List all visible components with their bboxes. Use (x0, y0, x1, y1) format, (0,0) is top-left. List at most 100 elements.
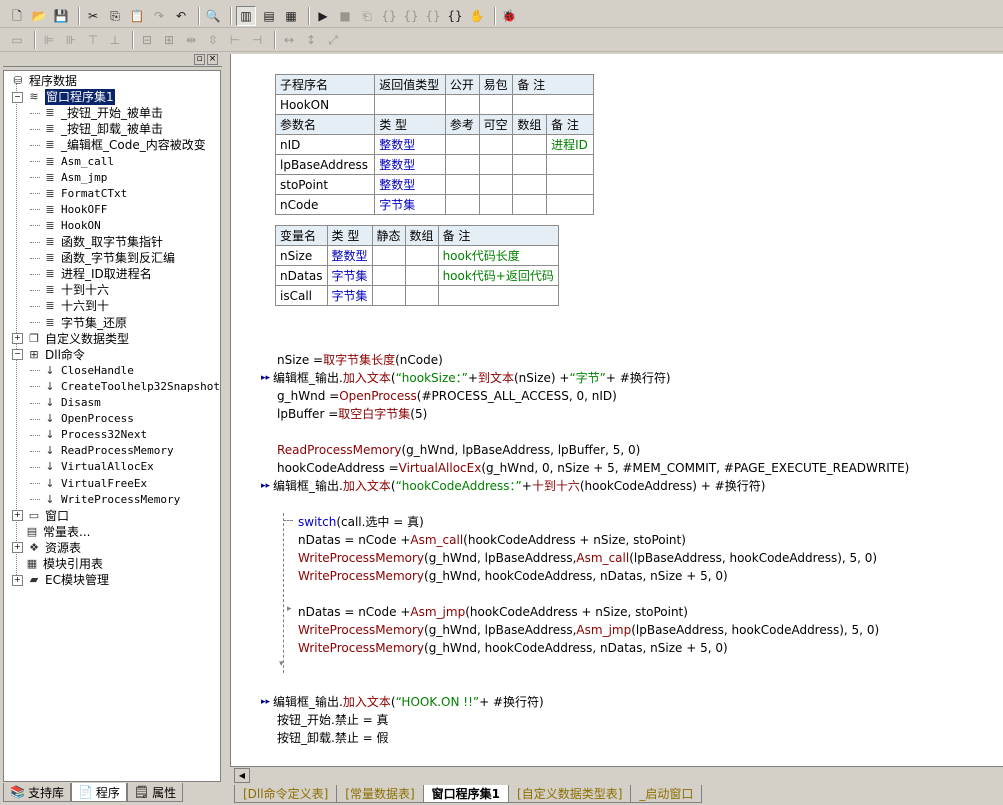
table-cell[interactable]: 类 型 (326, 225, 373, 246)
table-cell[interactable] (444, 174, 480, 195)
tree-item[interactable]: ≣ 进程_ID取进程名 (30, 266, 152, 282)
table-cell[interactable]: 整数型 (374, 134, 446, 155)
table-cell[interactable]: 字节集 (326, 285, 373, 306)
table-cell[interactable] (512, 134, 548, 155)
tree-item[interactable]: + ▭ 窗口 (12, 508, 69, 524)
form-icon[interactable]: ▭ (8, 31, 26, 49)
table-cell[interactable]: 变量名 (275, 225, 328, 246)
table-cell[interactable]: 公开 (444, 74, 480, 95)
table-cell[interactable]: 数组 (512, 114, 548, 135)
center-v-icon[interactable]: ⊞ (160, 31, 178, 49)
expand-icon[interactable]: + (12, 542, 23, 554)
table-cell[interactable]: 静态 (371, 225, 406, 246)
collapse-icon[interactable]: − (12, 91, 23, 103)
table-cell[interactable] (478, 194, 514, 215)
tree-item[interactable]: ≣ HookON (30, 218, 101, 234)
table-cell[interactable]: 备 注 (546, 114, 594, 135)
table-cell[interactable] (512, 94, 594, 115)
table-cell[interactable]: stoPoint (274, 174, 376, 195)
table-cell[interactable]: 参数名 (274, 114, 376, 135)
tree-item[interactable]: − ≋ 窗口程序集1 (12, 89, 115, 106)
bug-icon[interactable]: 🐞 (500, 7, 518, 25)
table-cell[interactable] (546, 194, 594, 215)
editor-tab[interactable]: _启动窗口 (630, 785, 703, 803)
splitter[interactable] (222, 54, 230, 805)
table-cell[interactable]: hook代码+返回代码 (437, 265, 559, 286)
table-cell[interactable] (512, 174, 548, 195)
code-editor[interactable]: 子程序名 返回值类型 公开 易包备 注 HookON 参数名类 型参考 可空 数组备 注 nID… (230, 54, 1003, 766)
code-line[interactable]: g_hWnd = OpenProcess (#PROCESS_ALL_ACCES… (277, 387, 617, 405)
table-cell[interactable] (404, 285, 439, 306)
tree-item[interactable]: ▤ 常量表... (12, 524, 91, 540)
table-cell[interactable] (371, 245, 406, 266)
debug-2-icon[interactable]: {} (380, 7, 398, 25)
table-cell[interactable]: 备 注 (437, 225, 559, 246)
table-cell[interactable]: 可空 (478, 114, 514, 135)
code-line[interactable]: ▸▸ 编辑框_输出. 加入文本 (“hookSize：” + 到文本 (nSize)… (261, 369, 671, 387)
tree-item[interactable]: ≣ HookOFF (30, 202, 107, 218)
debug-1-icon[interactable]: ⎗ (358, 7, 376, 25)
expand-icon[interactable]: + (12, 510, 23, 522)
table-cell[interactable]: 子程序名 (274, 74, 376, 95)
tree-item[interactable]: ≣ FormatCTxt (30, 186, 127, 202)
tree-item[interactable]: ↓ Disasm (30, 395, 101, 411)
tree-item[interactable]: ⛁ 程序数据 (10, 73, 77, 89)
tree-item[interactable]: ≣ _编辑框_Code_内容被改变 (30, 137, 206, 153)
align-right-icon[interactable]: ⊪ (62, 31, 80, 49)
paste-icon[interactable]: 📋 (128, 7, 146, 25)
table-cell[interactable] (437, 285, 559, 306)
panel-tab[interactable]: 📄 程序 (70, 783, 127, 802)
tree-item[interactable]: ≣ Asm_call (30, 154, 114, 170)
tree-item[interactable]: ↓ CloseHandle (30, 363, 134, 379)
run-icon[interactable]: ▶ (314, 7, 332, 25)
editor-tab[interactable]: 窗口程序集1 (422, 785, 510, 803)
table-cell[interactable] (478, 174, 514, 195)
table-cell[interactable]: 整数型 (374, 154, 446, 175)
open-folder-icon[interactable]: 📂 (30, 7, 48, 25)
scroll-left-icon[interactable]: ◀ (234, 768, 250, 783)
table-cell[interactable] (371, 265, 406, 286)
code-line[interactable]: nDatas = nCode + Asm_call (hookCodeAddre… (298, 531, 686, 549)
table-cell[interactable]: 易包 (478, 74, 514, 95)
layout-split-icon[interactable]: ▦ (282, 7, 300, 25)
table-cell[interactable]: nID (274, 134, 376, 155)
tree-item[interactable]: + ❖ 资源表 (12, 540, 81, 556)
table-cell[interactable] (478, 154, 514, 175)
code-line[interactable]: lpBuffer = 取空白字节集 (5) (277, 405, 427, 423)
table-cell[interactable] (478, 134, 514, 155)
tree-item[interactable]: ↓ CreateToolhelp32Snapshot (30, 379, 220, 395)
tree-item[interactable]: + ❐ 自定义数据类型 (12, 331, 129, 347)
cut-icon[interactable]: ✂ (84, 7, 102, 25)
code-line[interactable]: 按钮_开始.禁止 = 真 (277, 711, 389, 729)
code-line[interactable]: WriteProcessMemory (g_hWnd, hookCodeAddr… (298, 567, 728, 585)
table-cell[interactable]: 返回值类型 (374, 74, 446, 95)
align-left-icon[interactable]: ⊫ (40, 31, 58, 49)
center-h-icon[interactable]: ⊟ (138, 31, 156, 49)
tree-item[interactable]: ↓ OpenProcess (30, 411, 134, 427)
code-line[interactable]: WriteProcessMemory (g_hWnd, lpBaseAddres… (298, 549, 877, 567)
code-line[interactable]: nSize = 取字节集长度 (nCode) (277, 351, 443, 369)
same-width-icon[interactable]: ⇹ (182, 31, 200, 49)
tree-item[interactable]: ≣ _按钮_卸载_被单击 (30, 121, 163, 137)
table-cell[interactable]: hook代码长度 (437, 245, 559, 266)
table-cell[interactable]: nDatas (275, 265, 328, 286)
code-line[interactable]: 按钮_卸载.禁止 = 假 (277, 729, 389, 747)
project-tree[interactable]: ⛁ 程序数据 − ≋ 窗口程序集1 ≣ _按钮_开始_被单击 ≣ _按钮_卸载_被单击 ≣ _编辑框… (3, 70, 221, 782)
width-icon[interactable]: ↔ (280, 31, 298, 49)
stop-icon[interactable]: ■ (336, 7, 354, 25)
tree-item[interactable]: ↓ ReadProcessMemory (30, 443, 174, 459)
editor-tab[interactable]: [常量数据表] (336, 785, 424, 803)
tree-item[interactable]: ≣ 十六到十 (30, 298, 109, 314)
table-cell[interactable]: 字节集 (326, 265, 373, 286)
collapse-icon[interactable]: − (12, 349, 23, 361)
table-cell[interactable]: lpBaseAddress (274, 154, 376, 175)
tree-item[interactable]: ≣ 函数_取字节集指针 (30, 234, 163, 250)
table-cell[interactable] (512, 194, 548, 215)
table-cell[interactable] (546, 154, 594, 175)
table-cell[interactable]: 数组 (404, 225, 439, 246)
expand-icon[interactable]: + (12, 333, 23, 345)
table-cell[interactable]: 进程ID (546, 134, 594, 155)
size-icon[interactable]: ⤢ (324, 31, 342, 49)
table-cell[interactable] (546, 174, 594, 195)
code-line[interactable]: ReadProcessMemory (g_hWnd, lpBaseAddress… (277, 441, 640, 459)
